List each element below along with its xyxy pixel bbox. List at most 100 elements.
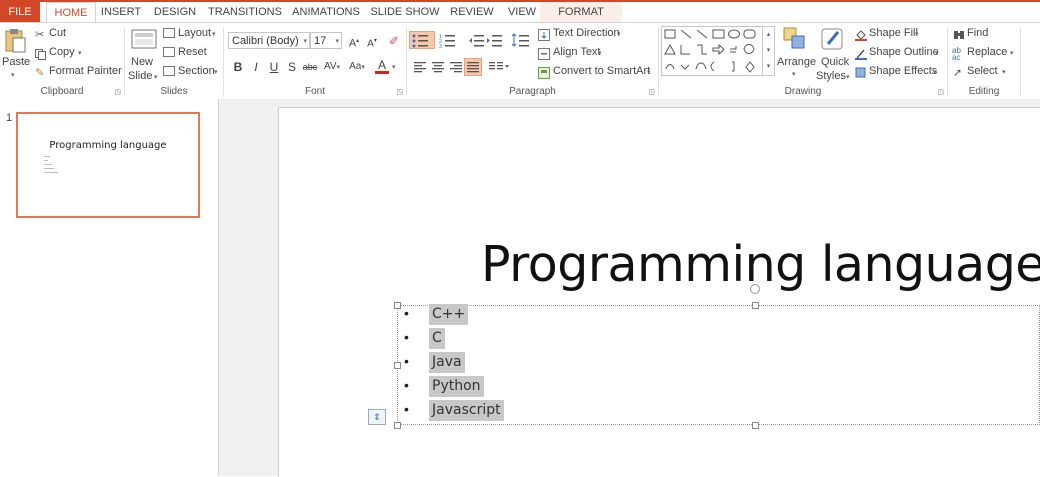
bullet-item[interactable]: Java (429, 352, 465, 373)
copy-button[interactable]: Copy (49, 46, 75, 58)
font-color-icon[interactable]: A (375, 56, 389, 74)
italic-icon[interactable]: I (248, 58, 264, 76)
bullets-icon[interactable] (409, 31, 435, 49)
quick-styles-label-2[interactable]: Styles (816, 70, 846, 82)
copy-dropdown-icon[interactable]: ▾ (78, 49, 82, 57)
resize-handle[interactable] (394, 422, 401, 429)
tab-file[interactable]: FILE (0, 2, 40, 23)
resize-handle[interactable] (752, 422, 759, 429)
columns-icon[interactable] (488, 60, 510, 74)
shrink-font-icon[interactable]: A▾ (364, 32, 380, 50)
tab-format[interactable]: FORMAT (540, 2, 622, 23)
bullet-item[interactable]: Python (429, 376, 484, 397)
clipboard-launcher-icon[interactable]: ◳ (114, 88, 121, 96)
shape-effects-dropdown-icon[interactable]: ▾ (933, 68, 937, 76)
new-slide-dropdown-icon[interactable]: ▾ (154, 73, 158, 81)
tab-view[interactable]: VIEW (504, 2, 540, 23)
font-launcher-icon[interactable]: ◳ (396, 88, 403, 96)
font-name-dropdown-icon[interactable]: ▾ (303, 33, 307, 50)
drawing-launcher-icon[interactable]: ◳ (937, 88, 944, 96)
arrange-dropdown-icon[interactable]: ▾ (792, 70, 796, 78)
tab-animations[interactable]: ANIMATIONS (290, 2, 362, 23)
arrange-button[interactable]: Arrange (777, 56, 816, 68)
text-direction-dropdown-icon[interactable]: ▾ (617, 30, 621, 38)
new-slide-label-1[interactable]: New (131, 56, 153, 68)
new-slide-icon[interactable] (131, 27, 157, 53)
section-dropdown-icon[interactable]: ▾ (214, 68, 218, 76)
reset-button[interactable]: Reset (178, 46, 207, 58)
find-button[interactable]: Find (967, 27, 988, 39)
cut-button[interactable]: Cut (49, 27, 66, 39)
bold-icon[interactable]: B (230, 58, 246, 76)
section-icon (163, 66, 175, 76)
rotate-handle-icon[interactable] (750, 284, 760, 294)
align-center-icon[interactable] (431, 60, 445, 74)
text-direction-button[interactable]: Text Direction (553, 27, 620, 39)
replace-dropdown-icon[interactable]: ▾ (1010, 49, 1014, 57)
align-text-dropdown-icon[interactable]: ▾ (598, 49, 602, 57)
thumbnail-line (44, 164, 52, 165)
resize-handle[interactable] (752, 302, 759, 309)
replace-button[interactable]: Replace (967, 46, 1007, 58)
shape-fill-icon (855, 28, 867, 41)
tab-slide-show[interactable]: SLIDE SHOW (370, 2, 440, 23)
layout-dropdown-icon[interactable]: ▾ (212, 30, 216, 38)
slide-thumbnail[interactable]: Programming language (16, 112, 200, 218)
font-size-combo[interactable]: 17 ▾ (310, 32, 342, 49)
shape-effects-button[interactable]: Shape Effects (869, 65, 937, 77)
text-shadow-icon[interactable]: S (284, 58, 300, 76)
layout-button[interactable]: Layout (178, 27, 211, 39)
paste-button[interactable]: Paste (2, 56, 30, 68)
slide-title[interactable]: Programming language (481, 236, 1040, 293)
shapes-gallery[interactable] (661, 26, 775, 76)
arrange-icon[interactable] (782, 26, 808, 52)
bullet-item[interactable]: C (429, 328, 445, 349)
resize-handle[interactable] (394, 362, 401, 369)
numbering-icon[interactable]: 123 (439, 32, 463, 50)
strikethrough-icon[interactable]: abc (301, 58, 319, 76)
tab-transitions[interactable]: TRANSITIONS (208, 2, 282, 23)
font-name-combo[interactable]: Calibri (Body) ▾ (228, 32, 310, 49)
convert-to-smartart-button[interactable]: Convert to SmartArt (553, 65, 650, 77)
shape-fill-button[interactable]: Shape Fill (869, 27, 918, 39)
quick-styles-icon[interactable] (820, 26, 846, 52)
select-button[interactable]: Select (967, 65, 998, 77)
section-button[interactable]: Section (178, 65, 215, 77)
paragraph-launcher-icon[interactable]: ◳ (648, 88, 655, 96)
clear-formatting-icon[interactable]: ✐ (386, 32, 402, 50)
bullet-item[interactable]: C++ (429, 304, 469, 325)
bullet-item[interactable]: Javascript (429, 400, 504, 421)
tab-insert[interactable]: INSERT (100, 2, 142, 23)
paste-icon[interactable] (4, 27, 26, 53)
decrease-indent-icon[interactable] (469, 32, 485, 48)
shape-outline-dropdown-icon[interactable]: ▾ (935, 49, 939, 57)
smartart-dropdown-icon[interactable]: ▾ (647, 68, 651, 76)
align-left-icon[interactable] (413, 60, 427, 74)
underline-icon[interactable]: U (266, 58, 282, 76)
font-color-dropdown-icon[interactable]: ▾ (392, 63, 396, 71)
replace-icon: ab ac (952, 46, 961, 62)
tab-home[interactable]: HOME (46, 2, 96, 23)
justify-icon[interactable] (464, 58, 482, 76)
grow-font-icon[interactable]: A▴ (346, 32, 362, 50)
change-case-icon[interactable]: Aa▾ (345, 58, 369, 76)
select-dropdown-icon[interactable]: ▾ (1002, 68, 1006, 76)
align-right-icon[interactable] (449, 60, 463, 74)
align-text-button[interactable]: Align Text (553, 46, 601, 58)
format-painter-button[interactable]: Format Painter (49, 65, 122, 77)
tab-review[interactable]: REVIEW (450, 2, 494, 23)
font-size-dropdown-icon[interactable]: ▾ (335, 33, 339, 50)
quick-styles-dropdown-icon[interactable]: ▾ (846, 73, 850, 81)
quick-styles-label-1[interactable]: Quick (821, 56, 849, 68)
resize-handle[interactable] (394, 302, 401, 309)
increase-indent-icon[interactable] (487, 32, 503, 48)
paste-dropdown-icon[interactable]: ▾ (11, 71, 15, 79)
shape-outline-button[interactable]: Shape Outline (869, 46, 939, 58)
new-slide-label-2[interactable]: Slide (128, 70, 152, 82)
shapes-gallery-scroll[interactable]: ▴ ▾ ▾ (762, 26, 775, 76)
tab-design[interactable]: DESIGN (150, 2, 200, 23)
line-spacing-icon[interactable] (511, 32, 533, 48)
character-spacing-icon[interactable]: AV▾ (321, 58, 343, 76)
shape-fill-dropdown-icon[interactable]: ▾ (915, 30, 919, 38)
autofit-options-icon[interactable]: ⇕ (368, 409, 386, 425)
